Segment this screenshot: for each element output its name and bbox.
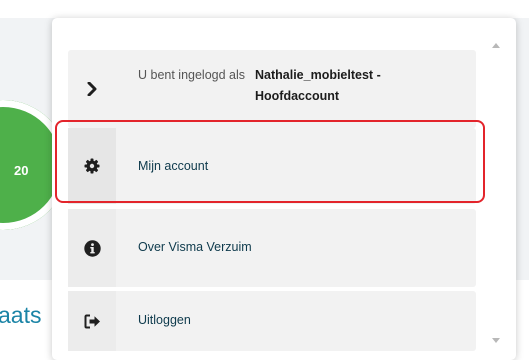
user-dropdown-menu: U bent ingelogd als Nathalie_mobieltest … [52, 18, 516, 360]
menu-item-label: Uitloggen [138, 313, 191, 327]
page-link-fragment[interactable]: aats [0, 302, 41, 329]
menu-icon-cell [68, 128, 116, 204]
menu-icon-cell [68, 209, 116, 287]
logged-in-as-label: U bent ingelogd als [138, 68, 246, 82]
menu-item-about[interactable]: Over Visma Verzuim [68, 209, 476, 287]
chevron-right-icon [87, 82, 97, 96]
menu-item-label: Over Visma Verzuim [138, 240, 252, 254]
gear-icon [84, 158, 100, 174]
menu-item-logout[interactable]: Uitloggen [68, 291, 476, 351]
menu-icon-cell [68, 50, 116, 128]
menu-item-my-account[interactable]: Mijn account [68, 128, 476, 204]
logout-icon [84, 314, 100, 328]
menu-item-user-info[interactable]: U bent ingelogd als Nathalie_mobieltest … [68, 50, 476, 128]
scroll-down-arrow[interactable] [492, 338, 500, 343]
score-value: 20 [14, 163, 29, 178]
scroll-up-arrow[interactable] [492, 43, 500, 48]
screen: 20 aats U bent ingelogd als Nathalie_mob… [0, 0, 529, 360]
info-icon [83, 239, 101, 257]
menu-item-label: Mijn account [138, 159, 209, 173]
page-top-strip [0, 0, 529, 18]
menu-icon-cell [68, 291, 116, 351]
logged-in-username: Nathalie_mobieltest - Hoofdaccount [255, 68, 381, 103]
